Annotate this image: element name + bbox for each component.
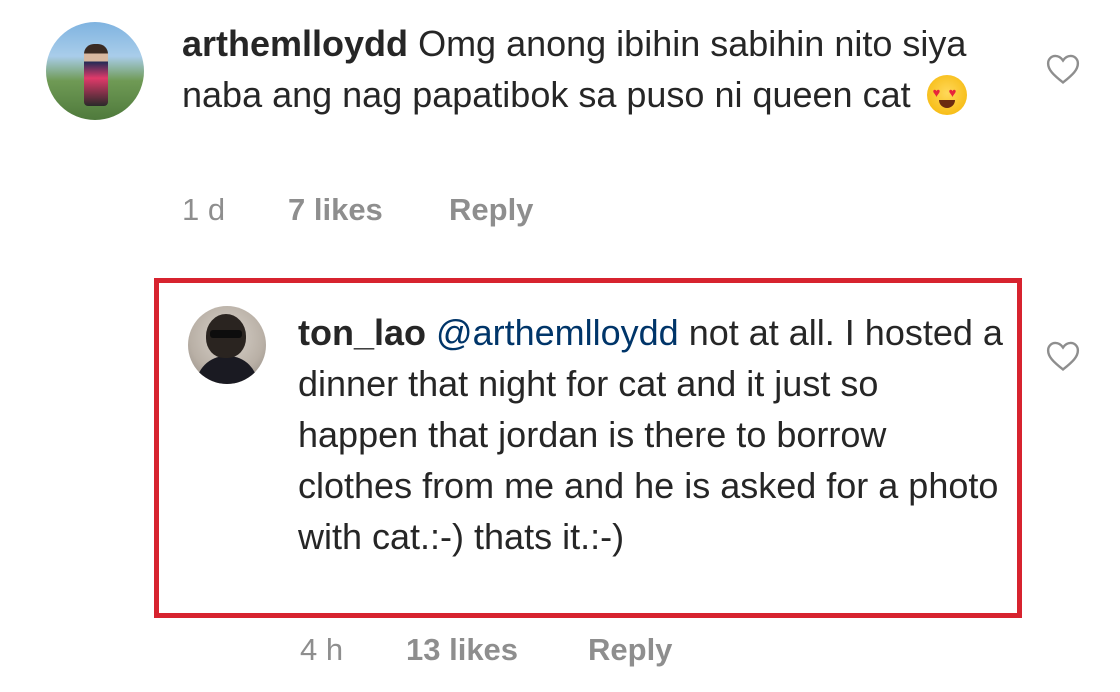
heart-eyes-emoji-icon: ♥ ♥ bbox=[926, 75, 967, 115]
heart-outline-icon[interactable] bbox=[1046, 53, 1080, 85]
likes-count[interactable]: 13 likes bbox=[406, 632, 518, 668]
reply-button[interactable]: Reply bbox=[449, 192, 533, 228]
reply-username[interactable]: ton_lao bbox=[298, 312, 426, 353]
avatar-ton-lao[interactable] bbox=[188, 306, 266, 384]
heart-outline-icon[interactable] bbox=[1046, 340, 1080, 372]
reply-time: 4 h bbox=[300, 632, 344, 667]
likes-count[interactable]: 7 likes bbox=[288, 192, 383, 228]
reply-mention[interactable]: @arthemlloydd bbox=[436, 312, 679, 353]
reply-body: ton_lao @arthemlloydd not at all. I host… bbox=[298, 307, 1008, 562]
reply-meta: 4 h 13 likes Reply bbox=[0, 632, 1120, 672]
comment-username[interactable]: arthemlloydd bbox=[182, 23, 408, 64]
avatar-arthemlloydd[interactable] bbox=[46, 22, 144, 120]
reply-button[interactable]: Reply bbox=[588, 632, 672, 668]
comment-meta: 1 d 7 likes Reply bbox=[0, 192, 1120, 232]
comment-time: 1 d bbox=[182, 192, 226, 227]
comment-body: arthemlloydd Omg anong ibihin sabihin ni… bbox=[182, 18, 982, 120]
